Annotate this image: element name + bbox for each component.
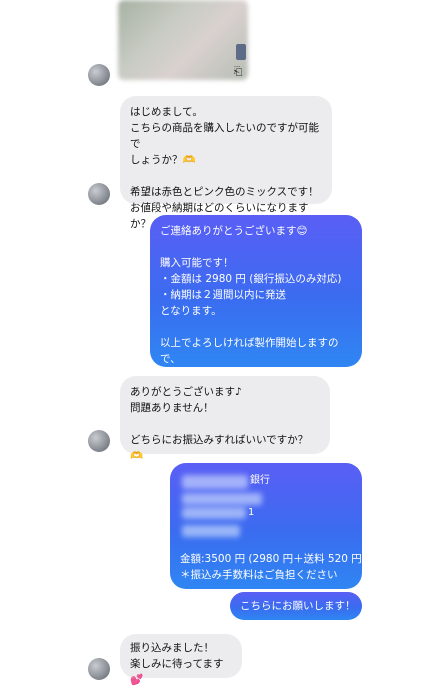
photo-detail	[236, 44, 246, 60]
contact-avatar[interactable]	[88, 658, 110, 680]
fee-note: ＊振込み手数料はご負担ください	[180, 569, 338, 581]
incoming-message: 振り込みました！ 楽しみに待ってます💕	[120, 634, 242, 686]
photo-thumbnail	[118, 0, 248, 80]
contact-avatar[interactable]	[88, 183, 110, 205]
bank-info-message: 銀行 1 金額:3500 円 (2980 円＋送料 520 円) ＊振込み手数料…	[170, 463, 366, 589]
incoming-message: はじめまして。 こちらの商品を購入したいのですが可能で しょうか？🫶 希望は赤色…	[120, 96, 332, 230]
bookmark-icon[interactable]: ⎗	[232, 66, 244, 78]
redacted-branch	[182, 493, 262, 505]
contact-avatar[interactable]	[88, 430, 110, 452]
bank-suffix: 銀行	[250, 475, 270, 486]
redacted-account-number	[182, 507, 246, 519]
account-digit: 1	[248, 507, 255, 518]
redacted-bank-name	[182, 475, 248, 489]
outgoing-message: ご連絡ありがとうございます😊 購入可能です！ ・金額は 2980 円 (銀行振込…	[150, 215, 362, 381]
incoming-message: ありがとうございます♪ 問題ありません！ どちらにお振込みすればいいですか？🫶	[120, 376, 330, 462]
chat-screen: { "messages": [ { "sender": "other", "ty…	[0, 0, 438, 686]
contact-avatar[interactable]	[88, 64, 110, 86]
outgoing-message: こちらにお願いします！	[230, 592, 362, 620]
redacted-account-holder	[182, 525, 240, 537]
transfer-amount: 金額:3500 円 (2980 円＋送料 520 円)	[180, 553, 366, 565]
